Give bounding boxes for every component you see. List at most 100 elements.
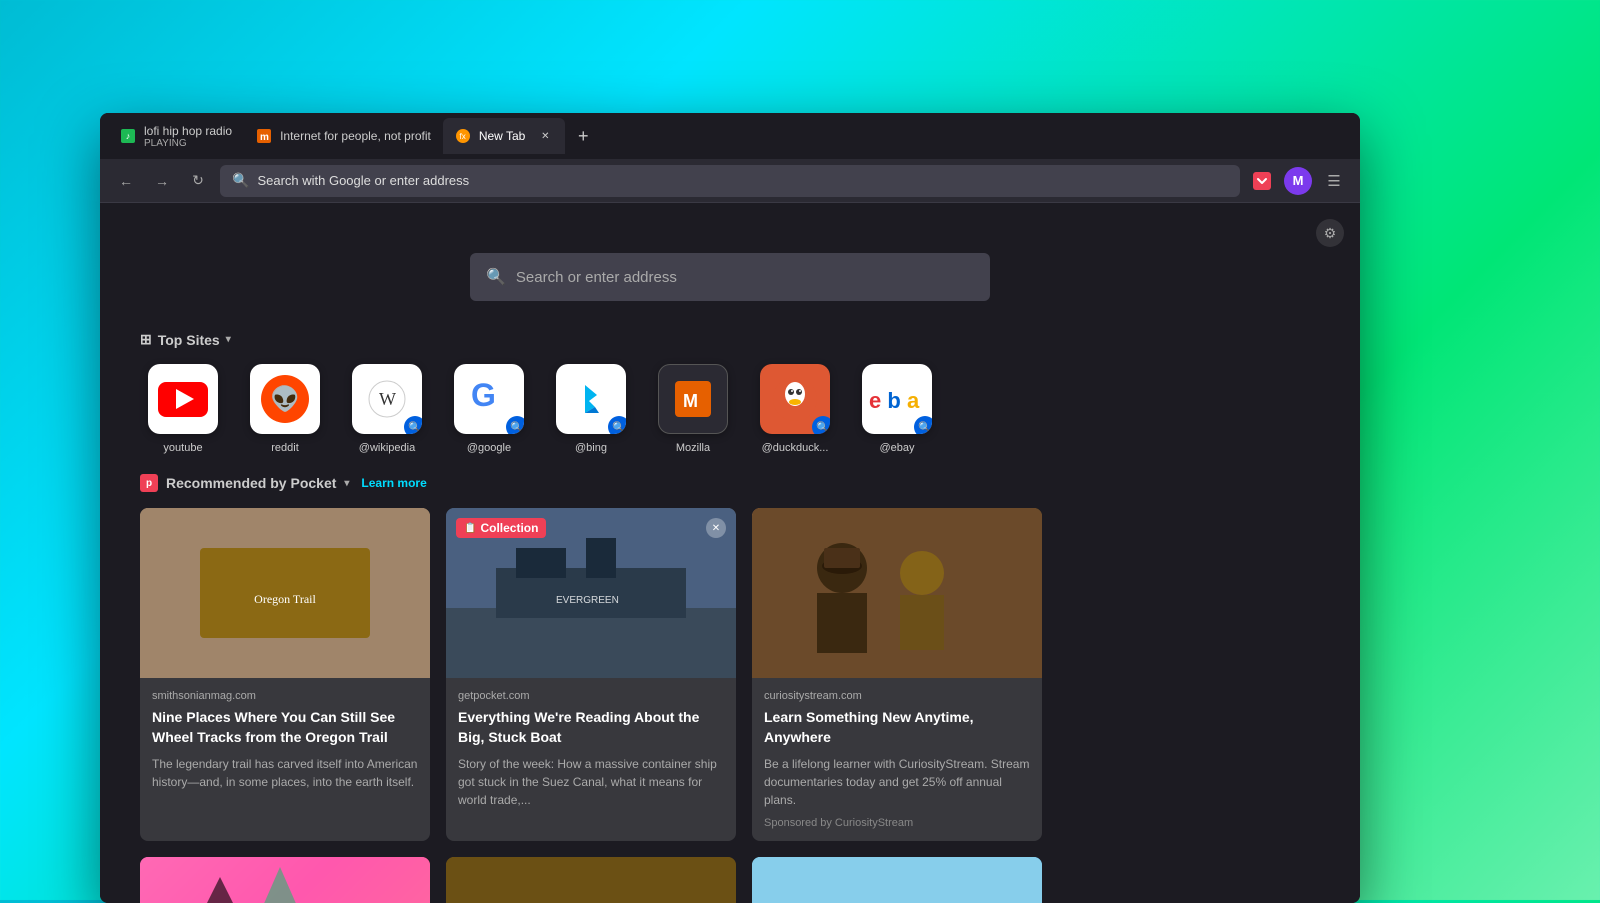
article-card-small-1[interactable] bbox=[140, 857, 430, 903]
article-excerpt-boat: Story of the week: How a massive contain… bbox=[458, 755, 724, 809]
article-sponsor-curiosity: Sponsored by CuriosityStream bbox=[764, 817, 1030, 829]
bing-icon-wrapper: 🔍 bbox=[556, 364, 626, 434]
toolbar-right: M ☰ bbox=[1248, 167, 1348, 195]
lofi-tab-favicon: ♪ bbox=[120, 128, 136, 144]
site-tile-reddit[interactable]: 👽 reddit bbox=[242, 364, 328, 454]
article-card-boat[interactable]: EVERGREEN 📋 Collection ✕ getpocket.com E… bbox=[446, 508, 736, 841]
svg-text:fx: fx bbox=[459, 132, 465, 141]
mozilla-icon: M bbox=[668, 374, 718, 424]
article-source-curiosity: curiositystream.com bbox=[764, 690, 1030, 702]
site-tile-youtube[interactable]: youtube bbox=[140, 364, 226, 454]
reddit-icon-wrapper: 👽 bbox=[250, 364, 320, 434]
article-source-oregon: smithsonianmag.com bbox=[152, 690, 418, 702]
articles-grid-second-row bbox=[140, 857, 1320, 903]
duckduckgo-search-badge: 🔍 bbox=[812, 416, 830, 434]
duckduckgo-icon bbox=[770, 374, 820, 424]
tab-bar: ♪ lofi hip hop radio PLAYING m Internet … bbox=[100, 113, 1360, 159]
tab-mozilla-title: Internet for people, not profit bbox=[280, 129, 431, 143]
svg-text:G: G bbox=[471, 377, 496, 413]
collection-badge: 📋 Collection bbox=[456, 518, 546, 538]
article-excerpt-oregon: The legendary trail has carved itself in… bbox=[152, 755, 418, 791]
wikipedia-icon: W bbox=[362, 374, 412, 424]
newtab-favicon: fx bbox=[455, 128, 471, 144]
pocket-toolbar-button[interactable] bbox=[1248, 167, 1276, 195]
google-icon-wrapper: G 🔍 bbox=[454, 364, 524, 434]
svg-text:m: m bbox=[260, 132, 269, 143]
tab-lofi[interactable]: ♪ lofi hip hop radio PLAYING bbox=[108, 118, 244, 154]
top-sites-grid: youtube 👽 reddit W bbox=[140, 364, 1320, 454]
tab-mozilla[interactable]: m Internet for people, not profit bbox=[244, 118, 443, 154]
article-content-boat: getpocket.com Everything We're Reading A… bbox=[446, 678, 736, 821]
top-sites-chevron[interactable]: ▾ bbox=[226, 334, 231, 345]
youtube-icon-wrapper bbox=[148, 364, 218, 434]
newtab-search-placeholder: Search or enter address bbox=[516, 269, 677, 286]
new-tab-button[interactable]: + bbox=[569, 122, 597, 150]
menu-button[interactable]: ☰ bbox=[1320, 167, 1348, 195]
reddit-label: reddit bbox=[242, 442, 328, 454]
pocket-header: p Recommended by Pocket ▾ Learn more bbox=[140, 474, 1320, 492]
tab-newtab[interactable]: fx New Tab ✕ bbox=[443, 118, 565, 154]
duckduckgo-icon-wrapper: 🔍 bbox=[760, 364, 830, 434]
article-title-boat: Everything We're Reading About the Big, … bbox=[458, 708, 724, 747]
site-tile-google[interactable]: G 🔍 @google bbox=[446, 364, 532, 454]
youtube-icon bbox=[158, 382, 208, 417]
article-image-oregon: OREGON TRAIL bbox=[140, 508, 430, 678]
refresh-button[interactable]: ↻ bbox=[184, 167, 212, 195]
site-tile-bing[interactable]: 🔍 @bing bbox=[548, 364, 634, 454]
mozilla-icon-wrapper: M bbox=[658, 364, 728, 434]
article-close-button[interactable]: ✕ bbox=[706, 518, 726, 538]
site-tile-ebay[interactable]: e b a y 🔍 @ebay bbox=[854, 364, 940, 454]
svg-text:M: M bbox=[683, 391, 698, 411]
browser-window: ♪ lofi hip hop radio PLAYING m Internet … bbox=[100, 113, 1360, 903]
article-card-small-3[interactable] bbox=[752, 857, 1042, 903]
svg-text:EVERGREEN: EVERGREEN bbox=[556, 595, 619, 606]
new-tab-page: ⚙ 🔍 Search or enter address ⊞ Top Sites … bbox=[100, 203, 1360, 903]
newtab-search-bar[interactable]: 🔍 Search or enter address bbox=[470, 253, 990, 301]
svg-text:OREGON TRAIL: OREGON TRAIL bbox=[219, 579, 302, 591]
pocket-chevron[interactable]: ▾ bbox=[344, 478, 349, 489]
site-tile-duckduckgo[interactable]: 🔍 @duckduck... bbox=[752, 364, 838, 454]
toolbar: ← → ↻ 🔍 Search with Google or enter addr… bbox=[100, 159, 1360, 203]
customize-button[interactable]: ⚙ bbox=[1316, 219, 1344, 247]
profile-button[interactable]: M bbox=[1284, 167, 1312, 195]
article-title-curiosity: Learn Something New Anytime, Anywhere bbox=[764, 708, 1030, 747]
pocket-section: p Recommended by Pocket ▾ Learn more ORE… bbox=[100, 474, 1360, 903]
article-image-curiosity bbox=[752, 508, 1042, 678]
google-search-badge: 🔍 bbox=[506, 416, 524, 434]
bing-icon bbox=[569, 377, 613, 421]
search-icon: 🔍 bbox=[232, 172, 249, 189]
site-tile-mozilla[interactable]: M Mozilla bbox=[650, 364, 736, 454]
article-image-boat: EVERGREEN 📋 Collection ✕ bbox=[446, 508, 736, 678]
top-sites-header: ⊞ Top Sites ▾ bbox=[140, 331, 1320, 348]
article-source-boat: getpocket.com bbox=[458, 690, 724, 702]
back-button[interactable]: ← bbox=[112, 167, 140, 195]
ebay-search-badge: 🔍 bbox=[914, 416, 932, 434]
article-card-oregon[interactable]: OREGON TRAIL smithsonianmag.com Nine Pla… bbox=[140, 508, 430, 841]
forward-button[interactable]: → bbox=[148, 167, 176, 195]
article-card-small-2[interactable] bbox=[446, 857, 736, 903]
articles-grid: OREGON TRAIL smithsonianmag.com Nine Pla… bbox=[140, 508, 1320, 841]
ebay-label: @ebay bbox=[854, 442, 940, 454]
top-sites-grid-icon: ⊞ bbox=[140, 331, 152, 348]
ebay-icon: e b a y bbox=[869, 384, 925, 414]
learn-more-link[interactable]: Learn more bbox=[361, 476, 426, 490]
google-label: @google bbox=[446, 442, 532, 454]
article-title-oregon: Nine Places Where You Can Still See Whee… bbox=[152, 708, 418, 747]
address-bar[interactable]: 🔍 Search with Google or enter address bbox=[220, 165, 1240, 197]
newtab-search-icon: 🔍 bbox=[486, 267, 506, 287]
ebay-icon-wrapper: e b a y 🔍 bbox=[862, 364, 932, 434]
wikipedia-search-badge: 🔍 bbox=[404, 416, 422, 434]
pocket-logo-icon: p bbox=[140, 474, 158, 492]
address-text: Search with Google or enter address bbox=[257, 173, 469, 188]
bing-label: @bing bbox=[548, 442, 634, 454]
article-content-oregon: smithsonianmag.com Nine Places Where You… bbox=[140, 678, 430, 803]
article-card-curiosity[interactable]: curiositystream.com Learn Something New … bbox=[752, 508, 1042, 841]
svg-text:W: W bbox=[379, 389, 396, 409]
article-excerpt-curiosity: Be a lifelong learner with CuriosityStre… bbox=[764, 755, 1030, 809]
tab-lofi-title: lofi hip hop radio bbox=[144, 124, 232, 138]
tab-lofi-playing: PLAYING bbox=[144, 138, 232, 149]
tab-close-button[interactable]: ✕ bbox=[537, 128, 553, 144]
tab-newtab-title: New Tab bbox=[479, 129, 525, 143]
site-tile-wikipedia[interactable]: W 🔍 @wikipedia bbox=[344, 364, 430, 454]
top-sites-label: Top Sites bbox=[158, 332, 220, 348]
